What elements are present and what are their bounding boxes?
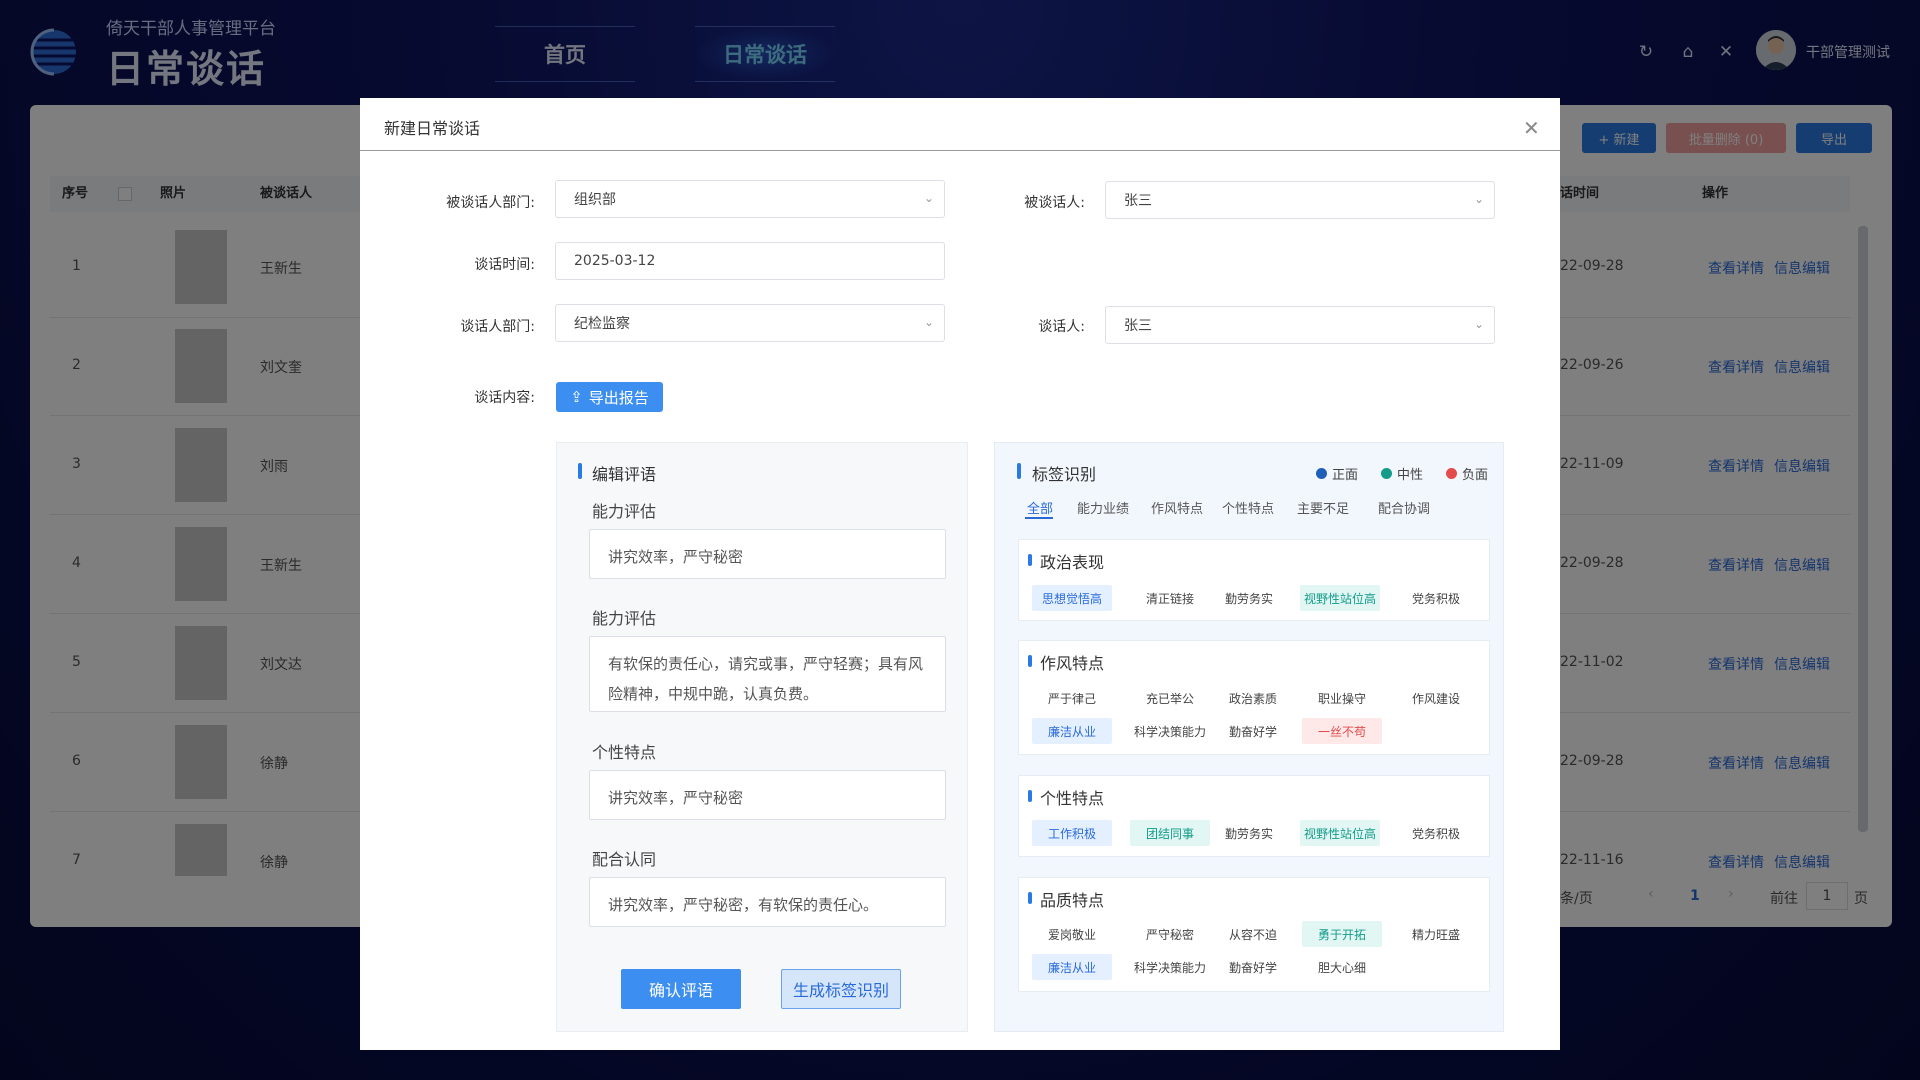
tag-chip[interactable]: 职业操守 <box>1302 685 1382 711</box>
tag-chip[interactable]: 思想觉悟高 <box>1032 585 1112 611</box>
talker-dept-label: 谈话人部门: <box>460 319 535 335</box>
export-report-button[interactable]: ⇪ 导出报告 <box>556 382 663 412</box>
tag-chip[interactable]: 科学决策能力 <box>1130 954 1210 980</box>
tag-card-title: 个性特点 <box>1040 789 1105 808</box>
talker-select[interactable]: 张三 ⌄ <box>1105 306 1495 344</box>
tag-chip[interactable]: 作风建设 <box>1396 685 1476 711</box>
tag-chip[interactable]: 党务积极 <box>1396 820 1476 846</box>
tag-recognition-title: 标签识别 <box>1032 465 1097 484</box>
generate-tags-button[interactable]: 生成标签识别 <box>781 969 901 1009</box>
legend-label: 负面 <box>1462 468 1489 483</box>
section-marker <box>1017 463 1021 479</box>
tag-chip[interactable]: 工作积极 <box>1032 820 1112 846</box>
time-label: 谈话时间: <box>474 257 535 273</box>
tag-chip[interactable]: 团结同事 <box>1130 820 1210 846</box>
tag-chip[interactable]: 视野性站位高 <box>1300 820 1380 846</box>
tab-cooperation[interactable]: 配合协调 <box>1378 498 1430 517</box>
tab-all[interactable]: 全部 <box>1027 498 1053 517</box>
tag-chip[interactable]: 勤奋好学 <box>1213 718 1293 744</box>
tag-chip[interactable]: 清正链接 <box>1130 585 1210 611</box>
tag-chip[interactable]: 政治素质 <box>1213 685 1293 711</box>
person-select[interactable]: 张三 ⌄ <box>1105 181 1495 219</box>
negative-dot-icon <box>1446 468 1457 479</box>
tag-chip[interactable]: 廉洁从业 <box>1032 718 1112 744</box>
tag-chip[interactable]: 严于律己 <box>1032 685 1112 711</box>
card-marker <box>1028 554 1032 566</box>
dept-label: 被谈话人部门: <box>446 195 535 211</box>
share-icon: ⇪ <box>570 388 583 406</box>
person-label: 被谈话人: <box>1024 195 1085 211</box>
comment-textarea[interactable]: 有软保的责任心，请究或事，严守轻赛；具有风险精神，中规中跪，认真负费。 <box>589 636 946 712</box>
chevron-down-icon: ⌄ <box>1473 192 1484 206</box>
active-tab-indicator <box>1025 517 1053 519</box>
time-input-value: 2025-03-12 <box>574 253 656 269</box>
talker-label: 谈话人: <box>1038 319 1085 335</box>
person-select-value: 张三 <box>1124 193 1152 209</box>
tag-chip[interactable]: 充已举公 <box>1130 685 1210 711</box>
dept-select-value: 组织部 <box>574 192 616 208</box>
comment-label: 能力评估 <box>592 609 657 628</box>
tab-shortcomings[interactable]: 主要不足 <box>1297 498 1349 517</box>
close-icon[interactable]: ✕ <box>1523 116 1540 140</box>
tab-style[interactable]: 作风特点 <box>1151 498 1203 517</box>
confirm-comment-button[interactable]: 确认评语 <box>621 969 741 1009</box>
content-label: 谈话内容: <box>474 390 535 406</box>
export-report-label: 导出报告 <box>588 388 649 407</box>
tag-chip[interactable]: 一丝不苟 <box>1302 718 1382 744</box>
comment-textarea[interactable]: 讲究效率，严守秘密，有软保的责任心。 <box>589 877 946 927</box>
legend-label: 正面 <box>1332 468 1359 483</box>
time-input[interactable]: 2025-03-12 <box>555 242 945 280</box>
modal-divider <box>360 150 1560 151</box>
card-marker <box>1028 790 1032 802</box>
tag-chip[interactable]: 爱岗敬业 <box>1032 921 1112 947</box>
tag-chip[interactable]: 勤劳务实 <box>1209 585 1289 611</box>
tag-chip[interactable]: 严守秘密 <box>1130 921 1210 947</box>
chevron-down-icon: ⌄ <box>923 191 934 205</box>
neutral-dot-icon <box>1381 468 1392 479</box>
tag-card-title: 政治表现 <box>1040 553 1105 572</box>
legend-negative: 负面 <box>1446 464 1488 483</box>
tab-ability[interactable]: 能力业绩 <box>1077 498 1129 517</box>
tag-chip[interactable]: 科学决策能力 <box>1130 718 1210 744</box>
tag-chip[interactable]: 廉洁从业 <box>1032 954 1112 980</box>
talker-dept-select[interactable]: 纪检监察 ⌄ <box>555 304 945 342</box>
card-marker <box>1028 892 1032 904</box>
legend-neutral: 中性 <box>1381 464 1423 483</box>
comment-label: 能力评估 <box>592 502 657 521</box>
tag-chip[interactable]: 党务积极 <box>1396 585 1476 611</box>
tab-personality[interactable]: 个性特点 <box>1222 498 1274 517</box>
talker-select-value: 张三 <box>1124 318 1152 334</box>
tag-chip[interactable]: 视野性站位高 <box>1300 585 1380 611</box>
tag-chip[interactable]: 勤劳务实 <box>1209 820 1289 846</box>
tag-chip[interactable]: 勤奋好学 <box>1213 954 1293 980</box>
tag-chip[interactable]: 胆大心细 <box>1302 954 1382 980</box>
comment-textarea[interactable]: 讲究效率，严守秘密 <box>589 529 946 579</box>
legend-label: 中性 <box>1397 468 1424 483</box>
section-marker <box>578 463 582 479</box>
tag-chip[interactable]: 勇于开拓 <box>1302 921 1382 947</box>
comment-label: 配合认同 <box>592 850 657 869</box>
talker-dept-select-value: 纪检监察 <box>574 316 630 332</box>
dept-select[interactable]: 组织部 ⌄ <box>555 180 945 218</box>
tag-chip[interactable]: 从容不迫 <box>1213 921 1293 947</box>
tag-card-title: 品质特点 <box>1040 891 1105 910</box>
edit-comment-title: 编辑评语 <box>592 465 657 484</box>
positive-dot-icon <box>1316 468 1327 479</box>
comment-label: 个性特点 <box>592 743 657 762</box>
comment-textarea[interactable]: 讲究效率，严守秘密 <box>589 770 946 820</box>
tag-chip[interactable]: 精力旺盛 <box>1396 921 1476 947</box>
chevron-down-icon: ⌄ <box>1473 317 1484 331</box>
modal-title: 新建日常谈话 <box>384 119 481 138</box>
chevron-down-icon: ⌄ <box>923 315 934 329</box>
legend-positive: 正面 <box>1316 464 1358 483</box>
tag-card-title: 作风特点 <box>1040 654 1105 673</box>
card-marker <box>1028 655 1032 667</box>
